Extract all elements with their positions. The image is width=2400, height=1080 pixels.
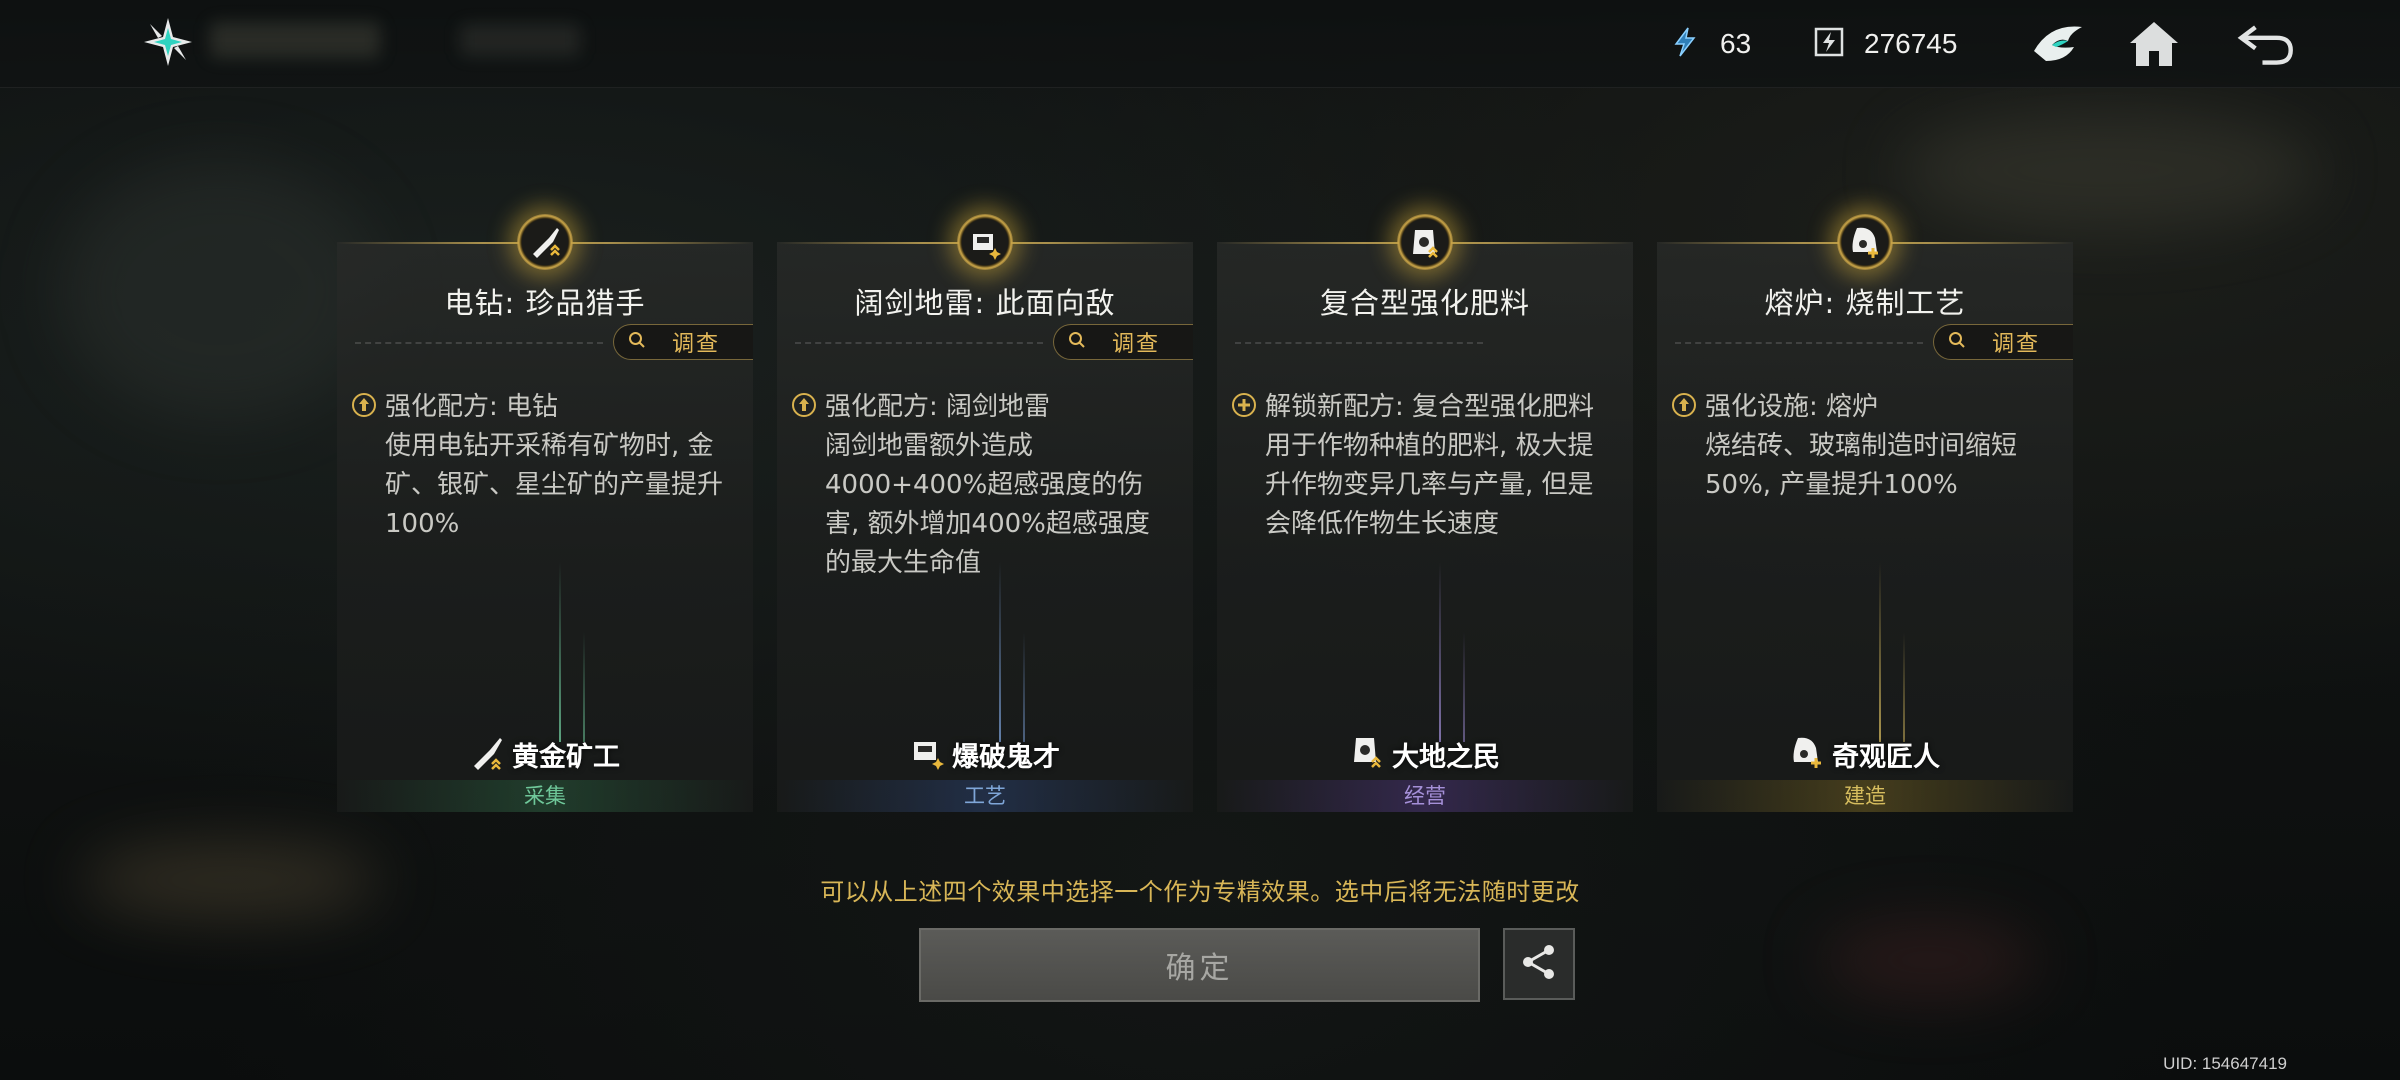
drill-icon — [470, 734, 506, 774]
furnace-icon — [1790, 734, 1826, 774]
light-beam — [1879, 562, 1881, 742]
role-name: 大地之民 — [1392, 741, 1500, 773]
search-icon — [1068, 331, 1086, 353]
energy-display: 63 — [1668, 24, 1751, 64]
background-blur — [1900, 110, 2320, 230]
selection-notice: 可以从上述四个效果中选择一个作为专精效果。选中后将无法随时更改 — [820, 878, 1580, 906]
light-beam — [1463, 632, 1465, 742]
effect-card-drill[interactable]: 电钻: 珍品猎手 调查 强化配方: 电钻 使用电钻开采稀有矿物时, 金矿、银矿、… — [337, 214, 753, 812]
search-icon — [1948, 331, 1966, 353]
back-icon[interactable] — [2236, 14, 2296, 74]
category-label: 工艺 — [777, 780, 1193, 812]
card-description: 强化设施: 熔炉 烧结砖、玻璃制造时间缩短50%, 产量提升100% — [1705, 392, 2018, 500]
light-beam — [583, 632, 585, 742]
blurred-title — [210, 22, 380, 58]
light-beam — [1903, 632, 1905, 742]
investigate-label: 调查 — [1112, 332, 1161, 357]
search-icon — [628, 331, 646, 353]
upgrade-icon — [351, 392, 377, 418]
role-label: 奇观匠人 — [1657, 734, 2073, 774]
divider — [1675, 342, 1923, 344]
mask-icon[interactable] — [2028, 14, 2088, 74]
currency-display: 276745 — [1812, 24, 1957, 64]
light-beam — [1023, 632, 1025, 742]
unlock-icon — [1231, 392, 1257, 418]
divider — [795, 342, 1043, 344]
mine-icon — [910, 734, 946, 774]
category-label: 采集 — [337, 780, 753, 812]
light-beam — [999, 562, 1001, 742]
effect-card-furnace[interactable]: 熔炉: 烧制工艺 调查 强化设施: 熔炉 烧结砖、玻璃制造时间缩短50%, 产量… — [1657, 214, 2073, 812]
card-description: 强化配方: 阔剑地雷 阔剑地雷额外造成4000+400%超感强度的伤害, 额外增… — [825, 392, 1150, 578]
category-label: 经营 — [1217, 780, 1633, 812]
light-beam — [559, 562, 561, 742]
role-name: 爆破鬼才 — [952, 741, 1060, 773]
upgrade-icon — [1671, 392, 1697, 418]
investigate-button[interactable]: 调查 — [613, 324, 753, 360]
card-title: 熔炉: 烧制工艺 — [1764, 286, 1966, 320]
logo-icon — [140, 14, 196, 70]
card-description: 解锁新配方: 复合型强化肥料 用于作物种植的肥料, 极大提升作物变异几率与产量,… — [1265, 392, 1595, 539]
top-bar: 63 276745 — [0, 0, 2400, 88]
role-name: 黄金矿工 — [512, 741, 620, 773]
investigate-label: 调查 — [672, 332, 721, 357]
light-beam — [1439, 562, 1441, 742]
background-blur — [1820, 920, 2040, 1000]
role-name: 奇观匠人 — [1832, 741, 1940, 773]
upgrade-icon — [791, 392, 817, 418]
role-label: 黄金矿工 — [337, 734, 753, 774]
investigate-label: 调查 — [1992, 332, 2041, 357]
divider — [355, 342, 603, 344]
investigate-button[interactable]: 调查 — [1053, 324, 1193, 360]
role-label: 爆破鬼才 — [777, 734, 1193, 774]
furnace-icon — [1837, 214, 1893, 270]
card-description: 强化配方: 电钻 使用电钻开采稀有矿物时, 金矿、银矿、星尘矿的产量提升100% — [385, 392, 724, 539]
card-title: 复合型强化肥料 — [1319, 286, 1530, 320]
fertilizer-icon — [1397, 214, 1453, 270]
role-label: 大地之民 — [1217, 734, 1633, 774]
confirm-button[interactable]: 确定 — [919, 928, 1480, 1002]
currency-value: 276745 — [1864, 28, 1958, 59]
divider — [1235, 342, 1483, 344]
user-id: UID: 154647419 — [2163, 1054, 2287, 1073]
mine-icon — [957, 214, 1013, 270]
background-blur — [60, 160, 380, 420]
effect-card-fertilizer[interactable]: 复合型强化肥料 解锁新配方: 复合型强化肥料 用于作物种植的肥料, 极大提升作物… — [1217, 214, 1633, 812]
drill-icon — [517, 214, 573, 270]
share-button[interactable] — [1503, 928, 1575, 1000]
home-icon[interactable] — [2124, 14, 2184, 74]
investigate-button[interactable]: 调查 — [1933, 324, 2073, 360]
currency-icon — [1812, 25, 1846, 63]
energy-icon — [1668, 25, 1702, 63]
share-icon — [1518, 941, 1560, 987]
card-title: 电钻: 珍品猎手 — [444, 286, 646, 320]
effect-card-mine[interactable]: 阔剑地雷: 此面向敌 调查 强化配方: 阔剑地雷 阔剑地雷额外造成4000+40… — [777, 214, 1193, 812]
category-label: 建造 — [1657, 780, 2073, 812]
energy-value: 63 — [1720, 28, 1752, 59]
fertilizer-icon — [1350, 734, 1386, 774]
card-title: 阔剑地雷: 此面向敌 — [854, 286, 1116, 320]
blurred-subtitle — [460, 24, 580, 56]
